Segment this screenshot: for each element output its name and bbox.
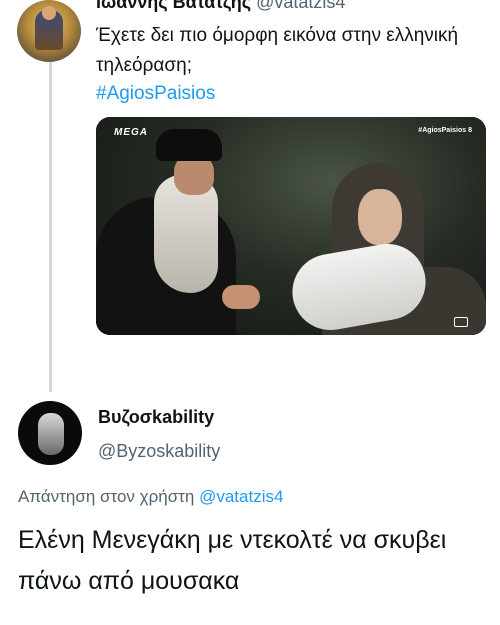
- reply-prefix: Απάντηση στον χρήστη: [18, 487, 195, 506]
- tweet1-handle[interactable]: @vatatzis4: [256, 0, 345, 12]
- tweet1-text: Έχετε δει πιο όμορφη εικόνα στην ελληνικ…: [96, 25, 459, 76]
- tweet1-display-name[interactable]: Ιωαννης Βατατζης: [96, 0, 251, 12]
- priest-hand: [222, 285, 260, 309]
- woman-face: [358, 189, 402, 245]
- tweet2-text: Ελένη Μενεγάκη με ντεκολτέ να σκυβει πάν…: [18, 526, 447, 595]
- tweet1-hashtag-link[interactable]: #AgiosPaisios: [96, 83, 215, 105]
- tweet2-handle[interactable]: @Byzoskability: [98, 441, 220, 462]
- priest-hat: [156, 129, 222, 161]
- overlay-hashtag: #AgiosPaisios 8: [418, 127, 472, 134]
- channel-logo: ΜΕGΑ: [114, 127, 148, 138]
- avatar-shape: [38, 413, 64, 455]
- thread-connector-line: [49, 62, 52, 392]
- captions-icon[interactable]: [454, 317, 468, 327]
- avatar-byzoskability[interactable]: [18, 401, 82, 465]
- tweet1-media-image[interactable]: ΜΕGΑ #AgiosPaisios 8: [96, 117, 486, 335]
- reply-to-user-link[interactable]: @vatatzis4: [199, 487, 283, 506]
- tweet1-header: Ιωαννης Βατατζης @vatatzis4: [96, 0, 345, 13]
- reply-context: Απάντηση στον χρήστη @vatatzis4: [18, 487, 283, 507]
- avatar-face: [42, 6, 56, 20]
- priest-face: [174, 155, 214, 195]
- tweet2-display-name[interactable]: Βυζοσkability: [98, 407, 214, 428]
- avatar-vatatzis[interactable]: [17, 0, 81, 62]
